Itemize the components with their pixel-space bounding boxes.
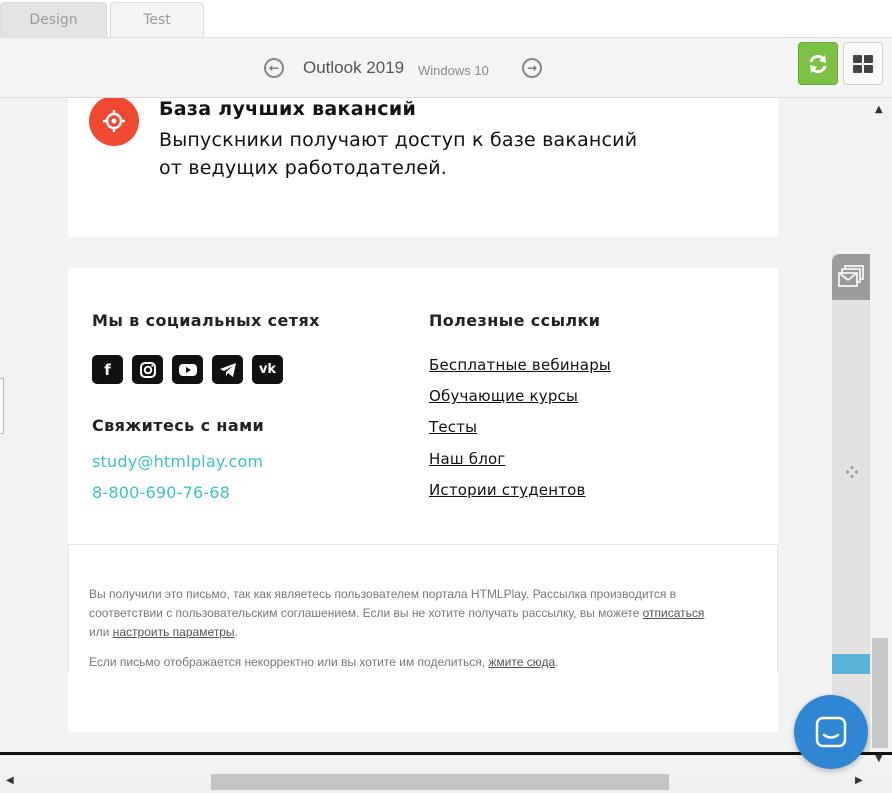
- resize-handle[interactable]: [0, 378, 4, 434]
- side-panel[interactable]: [832, 254, 870, 754]
- view-online-link[interactable]: жмите сюда: [488, 655, 555, 669]
- feature-line-2: от ведущих работодателей.: [159, 157, 448, 179]
- email-stack-icon[interactable]: [832, 254, 870, 300]
- side-panel-indicator: [832, 654, 870, 674]
- horizontal-scrollbar[interactable]: ◀ ▶: [0, 770, 892, 793]
- email-client-os: Windows 10: [418, 63, 489, 78]
- useful-links-title: Полезные ссылки: [429, 311, 601, 330]
- arrow-right-circle-icon[interactable]: →: [522, 58, 542, 78]
- social-icons: f vk: [92, 355, 283, 384]
- layout-toggle-button[interactable]: [843, 42, 883, 85]
- vertical-scroll-thumb[interactable]: [872, 638, 888, 748]
- legal-text-part: или: [89, 625, 113, 639]
- tab-test[interactable]: Test: [110, 2, 204, 37]
- legal-paragraph: Вы получили это письмо, так как являетес…: [89, 585, 719, 642]
- loading-icon: [846, 466, 858, 478]
- email-bottom-spacer: [68, 672, 778, 732]
- refresh-button[interactable]: [798, 42, 838, 85]
- preview-toolbar: ← Outlook 2019 Windows 10 →: [0, 37, 892, 98]
- feature-title: База лучших вакансий: [159, 98, 417, 120]
- link-stories[interactable]: Истории студентов: [429, 481, 586, 499]
- legal-block: Вы получили это письмо, так как являетес…: [68, 544, 778, 672]
- link-tests[interactable]: Тесты: [429, 418, 477, 436]
- feature-description: Выпускники получают доступ к базе ваканс…: [159, 126, 679, 182]
- scroll-left-icon[interactable]: ◀: [6, 775, 14, 786]
- grid-icon: [853, 54, 873, 73]
- view-online-paragraph: Если письмо отображается некорректно или…: [89, 655, 749, 669]
- email-preview[interactable]: База лучших вакансий Выпускники получают…: [0, 98, 870, 753]
- target-icon: [89, 98, 139, 146]
- contact-email-link[interactable]: study@htmlplay.com: [92, 452, 263, 471]
- instagram-icon[interactable]: [132, 355, 163, 384]
- contact-title: Свяжитесь с нами: [92, 416, 265, 435]
- settings-link[interactable]: настроить параметры: [113, 625, 235, 639]
- email-client-name: Outlook 2019: [303, 58, 405, 77]
- legal-text-part: Если письмо отображается некорректно или…: [89, 655, 489, 669]
- refresh-icon: [809, 54, 827, 73]
- preview-bottom-border: [0, 752, 892, 755]
- link-courses[interactable]: Обучающие курсы: [429, 387, 578, 405]
- legal-text-part: .: [234, 625, 238, 639]
- legal-text-part: .: [555, 655, 559, 669]
- vertical-scrollbar[interactable]: ▲ ▼: [870, 98, 892, 770]
- contact-phone-link[interactable]: 8-800-690-76-68: [92, 483, 230, 502]
- unsubscribe-link[interactable]: отписаться: [643, 606, 705, 620]
- feature-line-1: Выпускники получают доступ к базе ваканс…: [159, 129, 638, 151]
- scroll-up-icon[interactable]: ▲: [875, 104, 883, 115]
- youtube-icon[interactable]: [172, 355, 203, 384]
- tab-bar: Design Test: [0, 0, 892, 37]
- feature-block: База лучших вакансий Выпускники получают…: [68, 98, 778, 237]
- legal-text-part: Вы получили это письмо, так как являетес…: [89, 587, 677, 620]
- chat-widget-button[interactable]: [794, 695, 868, 769]
- vk-icon[interactable]: vk: [252, 355, 283, 384]
- scroll-right-icon[interactable]: ▶: [855, 775, 863, 786]
- link-webinars[interactable]: Бесплатные вебинары: [429, 356, 611, 374]
- tab-design[interactable]: Design: [0, 2, 107, 37]
- horizontal-scroll-thumb[interactable]: [211, 774, 669, 790]
- email-footer: Мы в социальных сетях f vk Свяжитесь с н…: [68, 268, 778, 544]
- link-blog[interactable]: Наш блог: [429, 450, 505, 468]
- facebook-icon[interactable]: f: [92, 355, 123, 384]
- arrow-left-circle-icon[interactable]: ←: [264, 58, 284, 78]
- telegram-icon[interactable]: [212, 355, 243, 384]
- chat-icon: [815, 716, 847, 748]
- social-title: Мы в социальных сетях: [92, 311, 320, 330]
